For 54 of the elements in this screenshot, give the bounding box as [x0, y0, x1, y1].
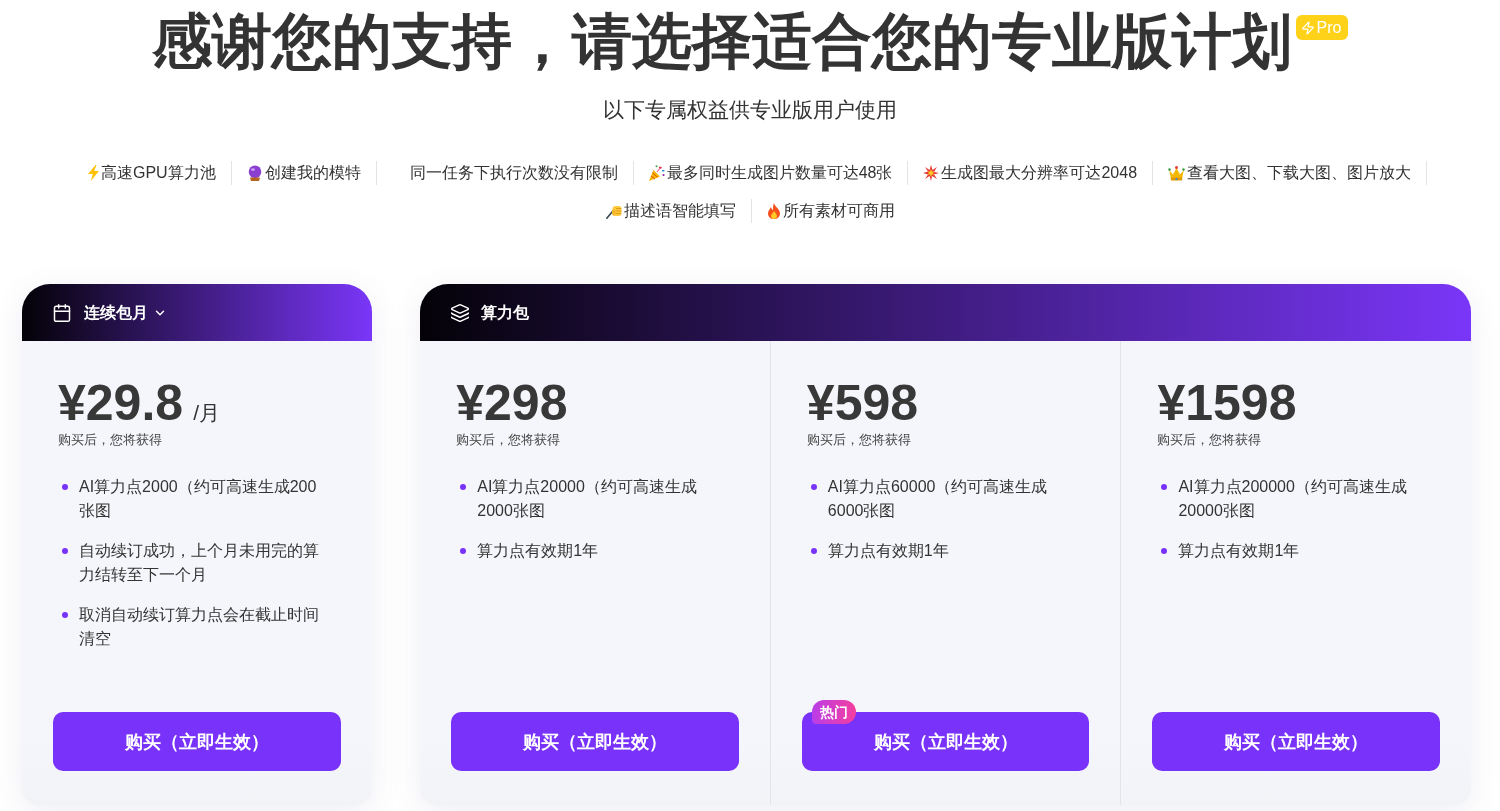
feature-text: 创建我的模特	[264, 163, 361, 183]
bullet-icon	[62, 548, 68, 554]
bullet-icon	[62, 484, 68, 490]
buy-button[interactable]: 购买（立即生效）	[53, 712, 342, 771]
bullet-icon	[1161, 548, 1168, 554]
price-unit: /月	[193, 400, 220, 426]
party-popper-icon	[648, 165, 665, 181]
feature-text: 同一任务下执行次数没有限制	[409, 163, 618, 183]
buy-button[interactable]: 购买（立即生效）	[1152, 712, 1440, 771]
buy-button[interactable]: 购买（立即生效）	[451, 712, 739, 771]
benefit-text: AI算力点60000（约可高速生成6000张图	[827, 477, 1049, 521]
collision-icon	[923, 165, 940, 181]
layers-icon	[450, 302, 471, 323]
bullet-icon	[62, 612, 68, 618]
feature-text: 最多同时生成图片数量可达48张	[666, 163, 893, 183]
benefit-text: 取消自动续订算力点会在截止时间清空	[79, 605, 320, 649]
benefit-text: 自动续订成功，上个月未用完的算力结转至下一个月	[79, 541, 320, 585]
feature-text: 查看大图、下载大图、图片放大	[1187, 163, 1412, 183]
pro-label: Pro	[1316, 18, 1342, 38]
benefit-text: AI算力点2000（约可高速生成200张图	[79, 477, 318, 521]
price: ¥29.8	[58, 379, 184, 427]
calendar-icon	[52, 302, 72, 323]
feature-text: 生成图最大分辨率可达2048	[941, 163, 1138, 183]
benefit-text: AI算力点20000（约可高速生成2000张图	[477, 477, 698, 521]
fire-icon	[766, 203, 781, 219]
feature-text: 所有素材可商用	[782, 201, 895, 221]
crystal-ball-icon	[246, 165, 263, 181]
bullet-icon	[460, 548, 467, 554]
page-title: 感谢您的支持，请选择适合您的专业版计划	[151, 7, 1292, 77]
benefit-note: 购买后，您将获得	[455, 431, 562, 449]
crown-icon	[1168, 165, 1186, 181]
benefit-note: 购买后，您将获得	[57, 431, 163, 449]
card-title: 算力包	[481, 302, 530, 323]
lightning-icon	[87, 165, 99, 181]
bullet-icon	[460, 484, 467, 490]
price: ¥1598	[1157, 379, 1297, 427]
hot-badge: 热门	[811, 700, 856, 724]
benefit-note: 购买后，您将获得	[1156, 431, 1263, 449]
bullet-icon	[810, 548, 817, 554]
benefit-text: 算力点有效期1年	[827, 541, 950, 561]
benefit-text: 算力点有效期1年	[477, 541, 600, 561]
benefit-text: 算力点有效期1年	[1178, 541, 1301, 561]
lightning-icon	[1300, 20, 1315, 35]
feature-text: 高速GPU算力池	[100, 163, 216, 183]
benefit-text: AI算力点200000（约可高速生成20000张图	[1178, 477, 1408, 521]
price: ¥298	[456, 379, 568, 427]
benefit-note: 购买后，您将获得	[805, 431, 912, 449]
price: ¥598	[806, 379, 919, 427]
writing-hand-icon	[605, 203, 622, 219]
bullet-icon	[1161, 484, 1168, 490]
bullet-icon	[810, 484, 817, 490]
page-subtitle: 以下专属权益供专业版用户使用	[603, 97, 897, 123]
feature-text: 描述语智能填写	[623, 201, 736, 221]
plan-type-dropdown[interactable]: 连续包月	[84, 300, 167, 325]
